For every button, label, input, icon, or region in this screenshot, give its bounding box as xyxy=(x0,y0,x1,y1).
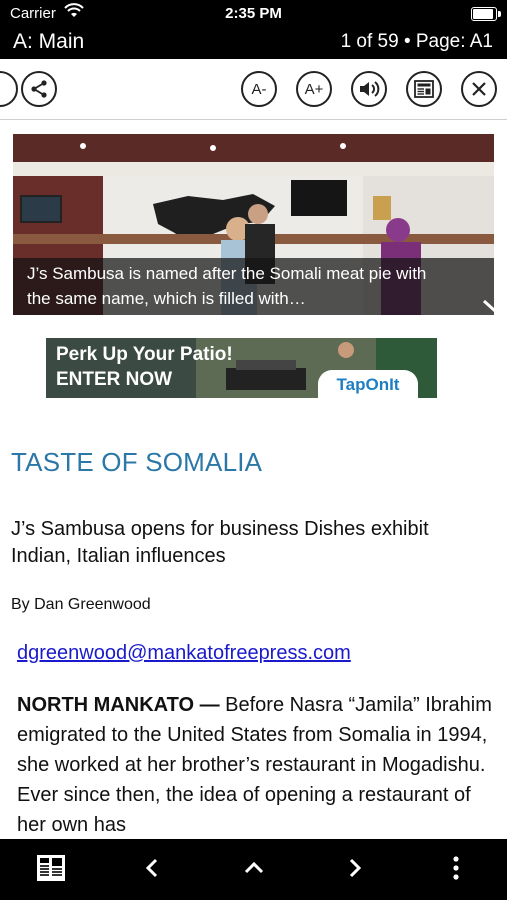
share-icon xyxy=(29,79,49,99)
author-email-link[interactable]: dgreenwood@mankatofreepress.com xyxy=(17,642,351,665)
article-headline: TASTE OF SOMALIA xyxy=(11,447,263,477)
clock: 2:35 PM xyxy=(225,5,282,22)
page-indicator: 1 of 59 • Page: A1 xyxy=(340,31,493,52)
up-button[interactable] xyxy=(239,855,269,885)
chevron-left-icon xyxy=(145,858,159,883)
pages-button[interactable] xyxy=(36,854,66,887)
chevron-right-icon xyxy=(348,858,362,883)
font-increase-button[interactable]: A+ xyxy=(296,71,332,107)
ad-banner[interactable]: Perk Up Your Patio! ENTER NOW TapOnIt xyxy=(46,338,437,398)
pages-icon xyxy=(36,854,66,887)
close-icon xyxy=(470,80,488,98)
status-bar: Carrier 2:35 PM xyxy=(0,0,507,28)
speaker-icon xyxy=(358,79,380,99)
chevron-up-icon xyxy=(244,861,264,880)
article-photo[interactable]: J’s Sambusa is named after the Somali me… xyxy=(13,134,494,315)
audio-button[interactable] xyxy=(351,71,387,107)
battery-icon xyxy=(471,7,501,21)
ad-brand-logo: TapOnIt xyxy=(318,370,418,398)
article-byline: By Dan Greenwood xyxy=(11,596,151,613)
newspaper-icon xyxy=(414,80,434,98)
font-decrease-button[interactable]: A- xyxy=(241,71,277,107)
previous-button[interactable] xyxy=(137,855,167,885)
section-title[interactable]: A: Main xyxy=(13,30,84,54)
ad-cta: ENTER NOW xyxy=(56,369,173,390)
page-view-button[interactable] xyxy=(406,71,442,107)
more-vertical-icon xyxy=(452,855,460,885)
article-body: NORTH MANKATO — Before Nasra “Jamila” Ib… xyxy=(17,690,495,840)
article-subhead: J’s Sambusa opens for business Dishes ex… xyxy=(11,518,429,567)
share-button[interactable] xyxy=(21,71,57,107)
next-button[interactable] xyxy=(340,855,370,885)
ad-headline: Perk Up Your Patio! xyxy=(56,344,233,365)
article-toolbar: A- A+ xyxy=(0,59,507,120)
more-button[interactable] xyxy=(441,855,471,885)
article-dateline: NORTH MANKATO — xyxy=(17,694,220,716)
bottom-nav-bar xyxy=(0,839,507,900)
photo-caption: J’s Sambusa is named after the Somali me… xyxy=(13,258,494,315)
close-button[interactable] xyxy=(461,71,497,107)
back-partial-button[interactable] xyxy=(0,71,18,107)
title-bar: A: Main 1 of 59 • Page: A1 xyxy=(0,28,507,59)
